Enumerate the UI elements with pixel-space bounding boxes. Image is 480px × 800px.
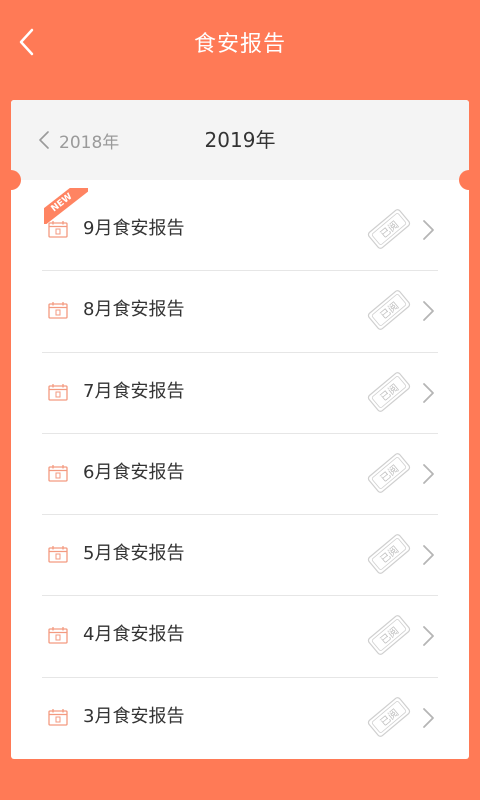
report-row-2[interactable]: 7月食安报告 已阅	[42, 353, 438, 434]
card-notch-left	[1, 170, 21, 190]
calendar-icon	[48, 302, 68, 319]
svg-text:已阅: 已阅	[377, 381, 401, 404]
report-label: 9月食安报告	[83, 218, 185, 239]
report-row-0[interactable]: 9月食安报告 已阅 NEW	[42, 188, 438, 272]
svg-text:已阅: 已阅	[377, 706, 401, 729]
report-label: 4月食安报告	[83, 624, 185, 646]
read-stamp-icon: 已阅	[367, 371, 411, 412]
card-notch-right	[459, 170, 479, 190]
report-row-4[interactable]: 5月食安报告 已阅	[42, 515, 438, 597]
chevron-right-icon	[423, 707, 434, 728]
calendar-icon	[48, 383, 68, 401]
current-year-label: 2019年	[204, 128, 276, 152]
svg-text:已阅: 已阅	[377, 299, 401, 322]
report-row-1[interactable]: 8月食安报告 已阅	[42, 271, 438, 353]
read-stamp-icon: 已阅	[367, 534, 411, 575]
app-screen: 食安报告 2018年 2019年 9月食安报告 已阅 NEW 8月食安报告 已阅…	[0, 0, 480, 800]
top-bar: 食安报告	[0, 0, 480, 86]
chevron-right-icon	[423, 382, 434, 403]
new-badge: NEW	[44, 188, 88, 224]
read-stamp-icon: 已阅	[367, 290, 411, 331]
chevron-right-icon	[423, 463, 434, 484]
read-stamp-icon: 已阅	[367, 615, 411, 656]
report-label: 7月食安报告	[83, 380, 185, 402]
read-stamp-icon: 已阅	[367, 696, 411, 737]
report-label: 5月食安报告	[83, 543, 185, 565]
report-card: 2018年 2019年 9月食安报告 已阅 NEW 8月食安报告 已阅 7月食安…	[11, 100, 469, 759]
calendar-icon	[48, 546, 68, 563]
report-list: 9月食安报告 已阅 NEW 8月食安报告 已阅 7月食安报告 已阅 6月食安报告…	[42, 188, 438, 759]
report-label: 6月食安报告	[83, 461, 185, 483]
report-row-3[interactable]: 6月食安报告 已阅	[42, 434, 438, 516]
calendar-icon	[48, 464, 68, 482]
svg-text:已阅: 已阅	[377, 543, 401, 566]
read-stamp-icon: 已阅	[367, 209, 411, 249]
calendar-icon	[48, 708, 68, 726]
page-title: 食安报告	[193, 32, 286, 57]
chevron-right-icon	[423, 545, 434, 566]
report-row-5[interactable]: 4月食安报告 已阅	[42, 596, 438, 678]
new-badge-label: NEW	[44, 188, 88, 224]
chevron-right-icon	[423, 626, 434, 647]
svg-text:已阅: 已阅	[377, 624, 401, 647]
svg-text:已阅: 已阅	[377, 462, 401, 485]
year-selector: 2018年 2019年	[11, 100, 469, 180]
chevron-right-icon	[423, 301, 434, 322]
chevron-right-icon	[423, 220, 434, 240]
calendar-icon	[48, 627, 68, 645]
report-label: 3月食安报告	[83, 705, 185, 727]
report-label: 8月食安报告	[83, 299, 185, 321]
read-stamp-icon: 已阅	[367, 453, 411, 493]
report-row-6[interactable]: 3月食安报告 已阅	[42, 678, 438, 759]
svg-text:已阅: 已阅	[377, 218, 401, 241]
